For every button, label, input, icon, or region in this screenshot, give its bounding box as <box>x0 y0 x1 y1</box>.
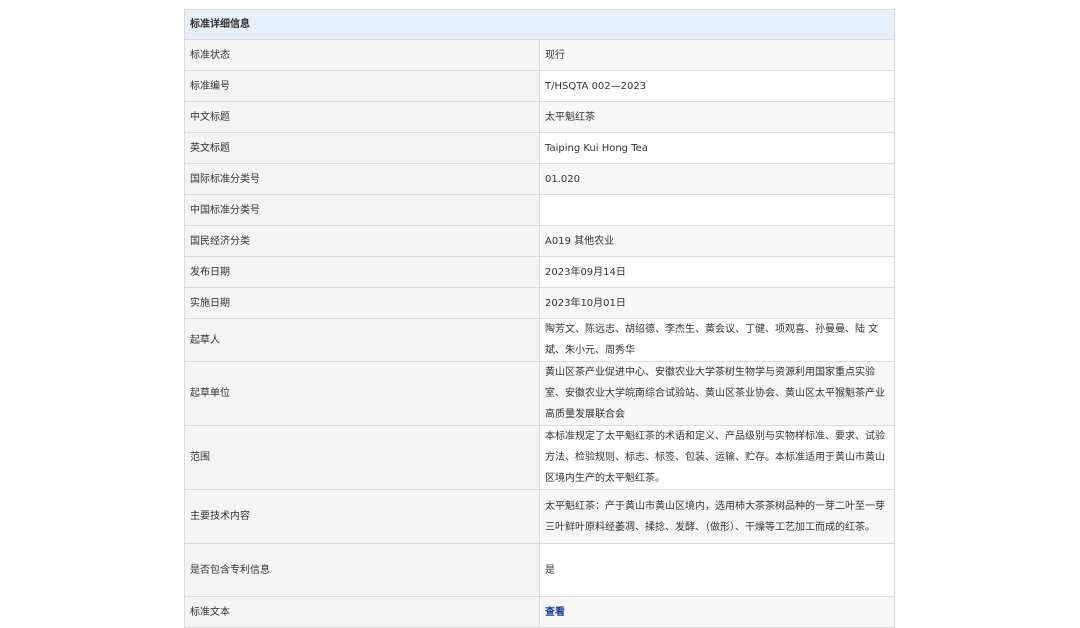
row-label: 范围 <box>184 425 540 490</box>
row-label: 标准文本 <box>184 596 540 628</box>
row-value: 01.020 <box>539 163 895 195</box>
row-label: 英文标题 <box>184 132 540 164</box>
row-label: 标准状态 <box>184 39 540 71</box>
row-value: 陶芳文、陈远志、胡绍德、李杰生、黄会议、丁健、项观喜、孙曼曼、陆 文斌、朱小元、… <box>539 318 895 362</box>
row-english-title: 英文标题 Taiping Kui Hong Tea <box>184 132 895 164</box>
row-drafters: 起草人 陶芳文、陈远志、胡绍德、李杰生、黄会议、丁健、项观喜、孙曼曼、陆 文斌、… <box>184 318 895 362</box>
view-standard-text-link[interactable]: 查看 <box>545 607 565 618</box>
row-label: 国民经济分类 <box>184 225 540 257</box>
row-label: 发布日期 <box>184 256 540 288</box>
row-label: 是否包含专利信息 <box>184 543 540 597</box>
row-label: 起草单位 <box>184 361 540 426</box>
row-release-date: 发布日期 2023年09月14日 <box>184 256 895 288</box>
row-value: Taiping Kui Hong Tea <box>539 132 895 164</box>
row-implementation-date: 实施日期 2023年10月01日 <box>184 287 895 319</box>
row-value-cell: 查看 <box>539 596 895 628</box>
row-label: 起草人 <box>184 318 540 362</box>
row-chinese-title: 中文标题 太平魁红茶 <box>184 101 895 133</box>
row-drafting-units: 起草单位 黄山区茶产业促进中心、安徽农业大学茶树生物学与资源利用国家重点实验 室… <box>184 361 895 426</box>
row-value: 黄山区茶产业促进中心、安徽农业大学茶树生物学与资源利用国家重点实验 室、安徽农业… <box>539 361 895 426</box>
row-value: 太平魁红茶：产于黄山市黄山区境内，选用柿大茶茶树品种的一芽二叶至一芽三叶鲜叶原料… <box>539 489 895 544</box>
row-label: 中文标题 <box>184 101 540 133</box>
row-standard-number: 标准编号 T/HSQTA 002—2023 <box>184 70 895 102</box>
row-value: 现行 <box>539 39 895 71</box>
row-value: T/HSQTA 002—2023 <box>539 70 895 102</box>
standard-detail-table: 标准详细信息 标准状态 现行 标准编号 T/HSQTA 002—2023 中文标… <box>184 9 895 628</box>
row-label: 实施日期 <box>184 287 540 319</box>
row-ics-code: 国际标准分类号 01.020 <box>184 163 895 195</box>
table-header-row: 标准详细信息 <box>184 9 895 40</box>
row-value <box>539 194 895 226</box>
standard-detail-panel: 标准详细信息 标准状态 现行 标准编号 T/HSQTA 002—2023 中文标… <box>184 9 895 628</box>
row-label: 标准编号 <box>184 70 540 102</box>
row-economy-classification: 国民经济分类 A019 其他农业 <box>184 225 895 257</box>
row-ccs-code: 中国标准分类号 <box>184 194 895 226</box>
row-value: 2023年10月01日 <box>539 287 895 319</box>
row-value: A019 其他农业 <box>539 225 895 257</box>
row-scope: 范围 本标准规定了太平魁红茶的术语和定义、产品级别与实物样标准、要求、试验方法、… <box>184 425 895 490</box>
table-header-title: 标准详细信息 <box>184 9 895 40</box>
row-patent-info: 是否包含专利信息 是 <box>184 543 895 597</box>
row-label: 国际标准分类号 <box>184 163 540 195</box>
row-main-technical-content: 主要技术内容 太平魁红茶：产于黄山市黄山区境内，选用柿大茶茶树品种的一芽二叶至一… <box>184 489 895 544</box>
row-standard-text: 标准文本 查看 <box>184 596 895 628</box>
row-label: 中国标准分类号 <box>184 194 540 226</box>
row-standard-status: 标准状态 现行 <box>184 39 895 71</box>
row-value: 2023年09月14日 <box>539 256 895 288</box>
row-value: 是 <box>539 543 895 597</box>
row-value: 太平魁红茶 <box>539 101 895 133</box>
row-value: 本标准规定了太平魁红茶的术语和定义、产品级别与实物样标准、要求、试验方法、检验规… <box>539 425 895 490</box>
row-label: 主要技术内容 <box>184 489 540 544</box>
